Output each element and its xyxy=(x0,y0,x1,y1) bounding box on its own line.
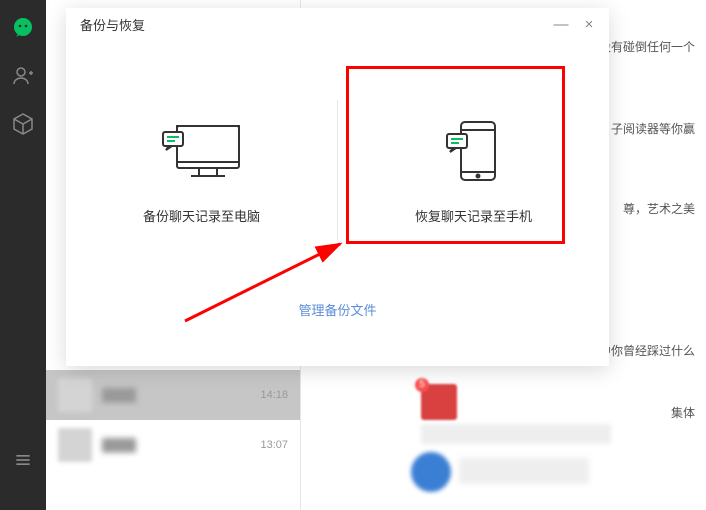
avatar xyxy=(411,452,451,492)
close-button[interactable]: × xyxy=(575,10,603,38)
favorites-icon[interactable] xyxy=(11,112,35,136)
msg-fragment: 尊，艺术之美 xyxy=(623,200,695,217)
backup-to-computer-option[interactable]: 备份聊天记录至电脑 xyxy=(66,40,337,300)
backup-label: 备份聊天记录至电脑 xyxy=(143,206,260,225)
msg-text-blurred xyxy=(421,424,611,444)
msg-fragment: 子阅读器等你赢 xyxy=(611,120,695,137)
chat-preview: ████ xyxy=(102,438,260,452)
dialog-header: 备份与恢复 — × xyxy=(66,8,609,40)
chat-list-item[interactable]: ████ 13:07 xyxy=(46,420,300,470)
chat-list: ████ 14:18 ████ 13:07 xyxy=(46,370,300,470)
msg-block: 5 xyxy=(421,384,611,444)
dialog-body: 备份聊天记录至电脑 恢复聊天记录至手机 xyxy=(66,40,609,300)
restore-to-phone-option[interactable]: 恢复聊天记录至手机 xyxy=(338,40,609,300)
chat-time: 14:18 xyxy=(260,389,288,401)
backup-restore-dialog: 备份与恢复 — × 备份聊天记录至电脑 xyxy=(66,8,609,366)
menu-icon[interactable] xyxy=(13,450,33,470)
unread-badge: 5 xyxy=(415,378,429,392)
minimize-button[interactable]: — xyxy=(547,10,575,38)
chat-preview: ████ xyxy=(102,388,260,402)
msg-text-blurred xyxy=(459,458,589,484)
app-sidebar xyxy=(0,0,46,510)
restore-label: 恢复聊天记录至手机 xyxy=(415,206,532,225)
msg-fragment: 集体 xyxy=(671,404,695,421)
contacts-icon[interactable] xyxy=(11,64,35,88)
avatar xyxy=(58,428,92,462)
manage-backups-link[interactable]: 管理备份文件 xyxy=(298,303,376,318)
avatar xyxy=(58,378,92,412)
dialog-footer: 管理备份文件 xyxy=(66,300,609,320)
chat-list-item[interactable]: ████ 14:18 xyxy=(46,370,300,420)
chat-time: 13:07 xyxy=(260,439,288,451)
dialog-title: 备份与恢复 xyxy=(80,15,547,34)
computer-icon xyxy=(157,116,247,186)
phone-icon xyxy=(429,116,519,186)
chat-icon[interactable] xyxy=(11,16,35,40)
